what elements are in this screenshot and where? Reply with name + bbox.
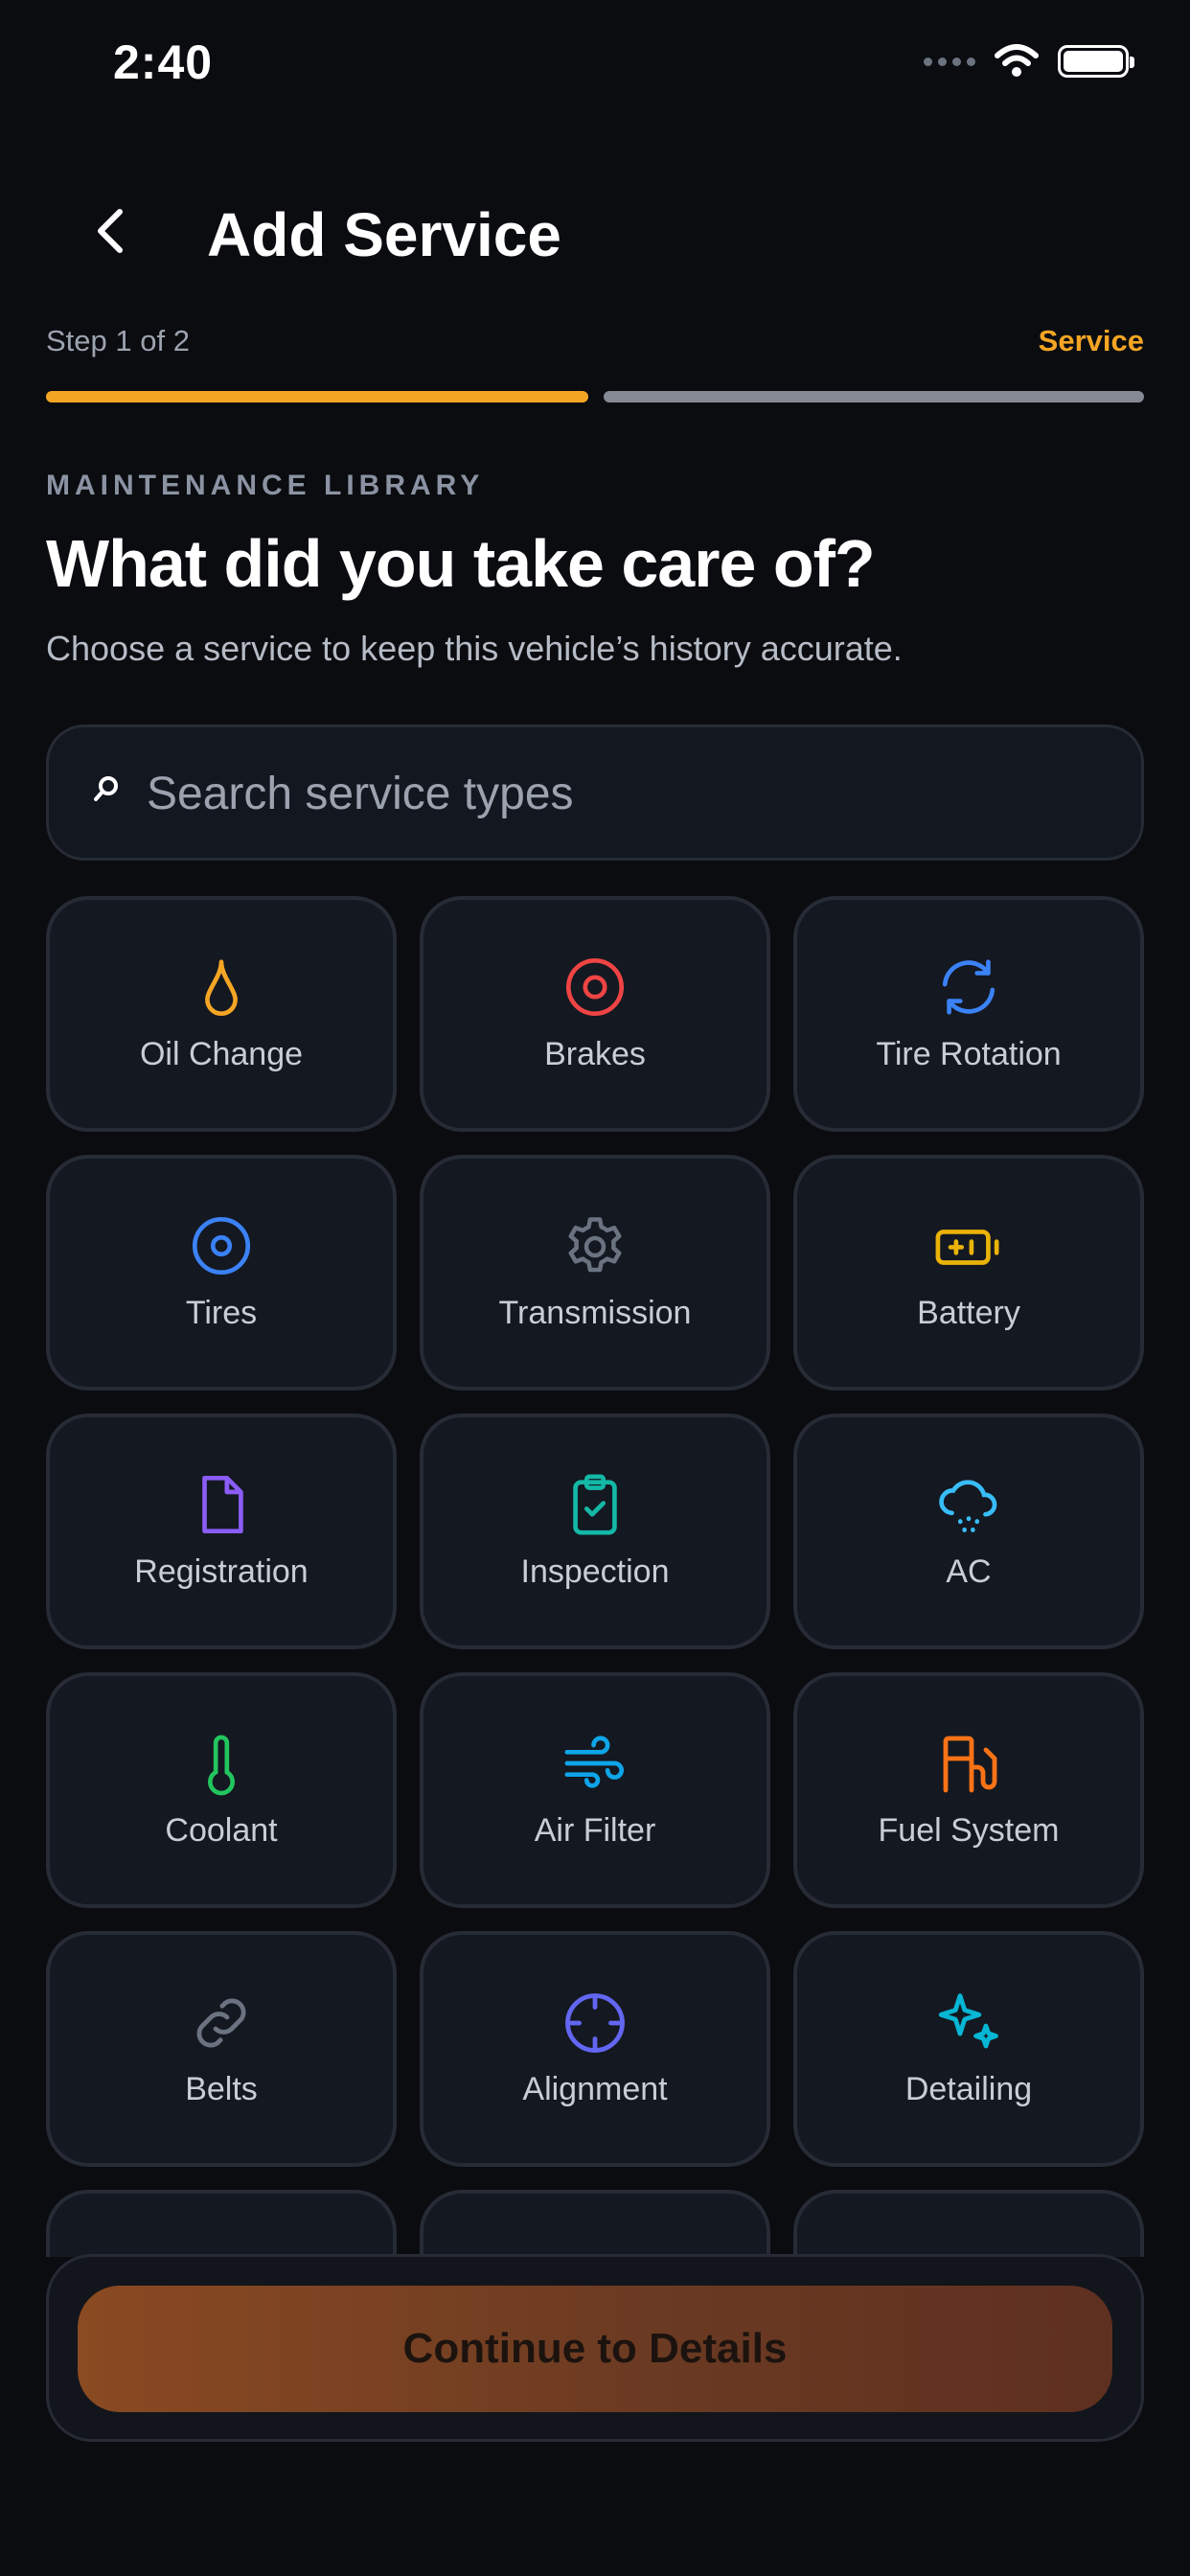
service-tile-tire-rotation[interactable]: Tire Rotation bbox=[793, 896, 1144, 1132]
section-heading: What did you take care of? bbox=[46, 526, 876, 601]
service-tile-partial[interactable] bbox=[793, 2190, 1144, 2257]
service-tile-air-filter[interactable]: Air Filter bbox=[420, 1672, 770, 1908]
status-time: 2:40 bbox=[113, 35, 214, 89]
sparkles-icon bbox=[938, 1993, 998, 2049]
service-tile-registration[interactable]: Registration bbox=[46, 1414, 397, 1649]
footer-action-bar: Continue to Details bbox=[46, 2254, 1144, 2442]
rotate-icon bbox=[942, 959, 995, 1015]
step-tag: Service bbox=[1038, 324, 1144, 357]
service-label: Brakes bbox=[544, 1036, 646, 1072]
service-label: Air Filter bbox=[534, 1812, 656, 1849]
service-tile-brakes[interactable]: Brakes bbox=[420, 896, 770, 1132]
progress-bar-step-1 bbox=[46, 391, 588, 402]
service-tile-fuel-system[interactable]: Fuel System bbox=[793, 1672, 1144, 1908]
search-icon bbox=[94, 776, 118, 801]
service-label: Oil Change bbox=[139, 1036, 304, 1072]
section-helper-text: Choose a service to keep this vehicle’s … bbox=[46, 629, 903, 668]
step-label: Step 1 of 2 bbox=[46, 324, 190, 357]
header: Add Service bbox=[0, 182, 1190, 288]
service-tile-detailing[interactable]: Detailing bbox=[793, 1931, 1144, 2167]
service-label: Belts bbox=[185, 2071, 258, 2107]
clipboard-check-icon bbox=[573, 1474, 617, 1535]
service-label: Coolant bbox=[165, 1812, 278, 1849]
status-icons bbox=[924, 44, 1134, 79]
service-label: Alignment bbox=[522, 2071, 668, 2107]
search-input[interactable] bbox=[145, 727, 1107, 860]
page-title: Add Service bbox=[207, 200, 561, 269]
service-label: Tire Rotation bbox=[876, 1036, 1062, 1072]
service-label: AC bbox=[946, 1553, 992, 1590]
service-tile-transmission[interactable]: Transmission bbox=[420, 1155, 770, 1391]
battery-status-icon bbox=[1058, 45, 1134, 78]
search-bar[interactable] bbox=[46, 724, 1144, 861]
service-tile-coolant[interactable]: Coolant bbox=[46, 1672, 397, 1908]
service-label: Detailing bbox=[904, 2071, 1033, 2107]
document-icon bbox=[202, 1475, 243, 1534]
crosshair-icon bbox=[565, 1993, 625, 2053]
section-eyebrow: MAINTENANCE LIBRARY bbox=[46, 470, 485, 501]
service-tile-tires[interactable]: Tires bbox=[46, 1155, 397, 1391]
gear-icon bbox=[568, 1217, 622, 1273]
service-tile-battery[interactable]: Battery bbox=[793, 1155, 1144, 1391]
progress-bar-step-2 bbox=[604, 391, 1144, 402]
service-tile-inspection[interactable]: Inspection bbox=[420, 1414, 770, 1649]
battery-icon bbox=[935, 1230, 999, 1265]
service-tile-ac[interactable]: AC bbox=[793, 1414, 1144, 1649]
cloud-snow-icon bbox=[939, 1480, 997, 1532]
oil-drop-icon bbox=[205, 959, 238, 1016]
fuel-pump-icon bbox=[943, 1736, 997, 1793]
thermometer-icon bbox=[208, 1735, 235, 1796]
service-label: Tires bbox=[185, 1295, 258, 1331]
service-label: Fuel System bbox=[878, 1812, 1060, 1849]
service-tile-partial[interactable] bbox=[420, 2190, 770, 2257]
status-bar: 2:40 bbox=[0, 0, 1190, 134]
service-label: Transmission bbox=[498, 1295, 692, 1331]
service-grid: Oil Change Brakes Tire Rotation Tires Tr… bbox=[46, 896, 1144, 2257]
brake-disc-icon bbox=[565, 957, 625, 1017]
service-tile-alignment[interactable]: Alignment bbox=[420, 1931, 770, 2167]
chevron-left-icon bbox=[98, 209, 123, 253]
service-label: Battery bbox=[917, 1295, 1020, 1331]
service-tile-oil-change[interactable]: Oil Change bbox=[46, 896, 397, 1132]
service-tile-partial[interactable] bbox=[46, 2190, 397, 2257]
continue-button[interactable]: Continue to Details bbox=[78, 2286, 1112, 2412]
service-label: Registration bbox=[134, 1553, 309, 1590]
service-tile-belts[interactable]: Belts bbox=[46, 1931, 397, 2167]
tire-icon bbox=[192, 1216, 251, 1276]
signal-icon bbox=[924, 57, 975, 66]
wind-icon bbox=[564, 1736, 625, 1788]
service-label: Inspection bbox=[520, 1553, 670, 1590]
link-icon bbox=[196, 1998, 246, 2048]
back-button[interactable] bbox=[77, 197, 144, 264]
wifi-icon bbox=[995, 44, 1039, 77]
